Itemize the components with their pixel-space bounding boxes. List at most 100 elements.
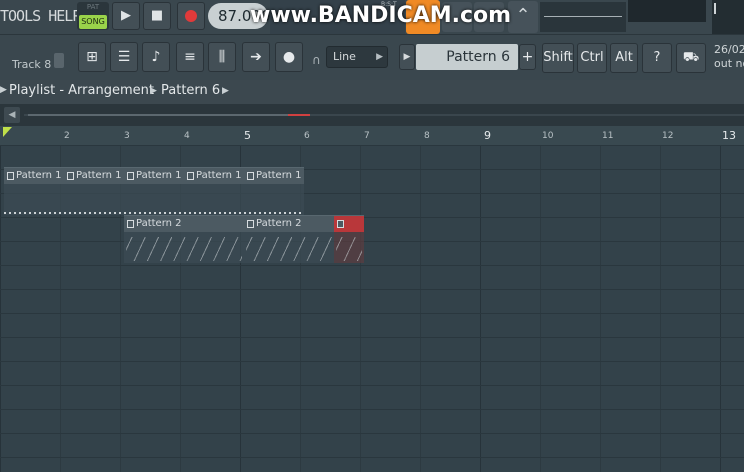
bar-number: 9 — [484, 129, 491, 142]
help-button[interactable]: ? — [642, 43, 672, 73]
playlist-grid[interactable]: Pattern 1 Pattern 1 Pattern 1 Pattern 1 … — [0, 145, 744, 472]
pattern-icon — [247, 220, 254, 228]
shift-button[interactable]: Shift — [542, 43, 574, 73]
playlist-button[interactable]: ⊞ — [78, 42, 106, 72]
second-toolbar: Track 8 ⊞ ☰ ♪ ≡ ⫼ ➔ ● ∩ Line ▶ ▶ Pattern … — [0, 34, 744, 80]
help-icon: ? — [653, 50, 661, 65]
headphones-icon: ∩ — [312, 53, 321, 67]
piano-roll-icon: ♪ — [151, 49, 161, 65]
cart-icon: ⛟ — [682, 50, 700, 65]
cpu-meter-icon[interactable]: ⌃ — [508, 1, 538, 33]
main-menu: TOOLS HELP — [0, 7, 81, 25]
menu-help[interactable]: HELP — [48, 7, 81, 25]
clip-header[interactable]: Pattern 1 — [4, 168, 64, 184]
record-button[interactable] — [177, 2, 205, 30]
chevron-right-icon[interactable]: ▶ — [222, 86, 229, 96]
record-icon — [185, 10, 197, 22]
plugin-button[interactable]: ⫼ — [208, 42, 236, 72]
clip-header[interactable]: Pattern 1 — [184, 168, 244, 184]
mixer-button[interactable]: ≡ — [176, 42, 204, 72]
pat-label[interactable]: PAT — [77, 3, 109, 11]
breadcrumb-title: Playlist - Arrangement — [9, 83, 154, 98]
channel-rack-button[interactable]: ☰ — [110, 42, 138, 72]
clip-notes — [126, 237, 242, 261]
pattern-clip[interactable]: Pattern 1 — [244, 167, 304, 215]
clip-header[interactable]: Pattern 1 — [64, 168, 124, 184]
timeline-ruler[interactable]: 2 3 4 5 6 7 8 9 10 11 12 13 — [0, 126, 744, 145]
bar-number: 2 — [64, 131, 70, 141]
bar-number: 7 — [364, 131, 370, 141]
clip-header[interactable] — [334, 216, 364, 232]
bar-number: 13 — [722, 129, 736, 142]
pattern-clip[interactable]: Pattern 1 — [4, 167, 64, 215]
snap-mode-value: Line — [333, 50, 356, 63]
pattern-icon — [337, 220, 344, 228]
pattern-icon — [67, 172, 74, 180]
watermark-text: www.BANDICAM.com — [250, 3, 512, 28]
clip-header[interactable]: Pattern 1 — [124, 168, 184, 184]
ctrl-button[interactable]: Ctrl — [577, 43, 607, 73]
pattern-icon — [127, 172, 134, 180]
pattern-icon — [7, 172, 14, 180]
clip-label: Pattern 2 — [136, 218, 182, 229]
shop-button[interactable]: ⛟ — [676, 43, 706, 73]
dropdown-arrow-icon: ▶ — [376, 52, 383, 62]
bar-number: 5 — [244, 129, 251, 142]
pattern-clip-selected[interactable] — [334, 215, 364, 263]
horizontal-scrollbar[interactable]: ◀ — [0, 104, 744, 126]
play-icon: ▶ — [121, 8, 131, 23]
clip-label: Pattern 1 — [16, 170, 62, 181]
clip-notes — [124, 212, 184, 214]
mixer-icon: ≡ — [184, 49, 196, 65]
scroll-left-icon[interactable]: ◀ — [4, 107, 20, 123]
clip-header[interactable]: Pattern 2 — [124, 216, 244, 232]
clip-header[interactable]: Pattern 2 — [244, 216, 334, 232]
breadcrumb-pattern[interactable]: Pattern 6 — [161, 83, 220, 98]
stop-button[interactable]: ■ — [143, 2, 171, 30]
news-text: out no — [714, 57, 744, 70]
channel-rack-icon: ☰ — [117, 49, 131, 65]
clip-notes — [244, 212, 304, 214]
clip-notes — [246, 237, 332, 261]
playlist-titlebar: ▶ Playlist - Arrangement ▶ Pattern 6 ▶ — [0, 80, 744, 104]
pattern-prev-button[interactable]: ▶ — [399, 44, 415, 70]
chevron-right-icon[interactable]: ▶ — [0, 85, 7, 95]
pattern-clip[interactable]: Pattern 2 — [124, 215, 244, 263]
bar-number: 4 — [184, 131, 190, 141]
oscilloscope — [540, 2, 626, 32]
menu-tools[interactable]: TOOLS — [0, 7, 41, 25]
pattern-clip[interactable]: Pattern 1 — [64, 167, 124, 215]
playhead-marker[interactable] — [3, 127, 12, 137]
clip-label: Pattern 2 — [256, 218, 302, 229]
microphone-icon: ● — [282, 49, 296, 65]
clip-header[interactable]: Pattern 1 — [244, 168, 304, 184]
plugin-icon: ⫼ — [218, 49, 226, 65]
scroll-thumb[interactable] — [28, 114, 288, 116]
alt-button[interactable]: Alt — [610, 43, 638, 73]
pattern-clip[interactable]: Pattern 1 — [124, 167, 184, 215]
lock-icon[interactable] — [54, 53, 64, 68]
bar-number: 3 — [124, 131, 130, 141]
hint-panel — [628, 0, 706, 22]
pattern-clip[interactable]: Pattern 2 — [244, 215, 334, 263]
snap-mode-select[interactable]: Line ▶ — [326, 46, 388, 68]
clip-notes — [4, 212, 64, 214]
play-button[interactable]: ▶ — [112, 2, 140, 30]
arrow-button[interactable]: ➔ — [242, 42, 270, 72]
pattern-icon — [187, 172, 194, 180]
track-label: Track 8 — [12, 58, 52, 71]
mic-button[interactable]: ● — [275, 42, 303, 72]
chevron-right-icon[interactable]: ▶ — [150, 86, 157, 96]
scroll-position-marker — [288, 114, 310, 116]
add-pattern-button[interactable]: + — [519, 44, 536, 70]
pattern-icon — [127, 220, 134, 228]
playlist-icon: ⊞ — [86, 49, 98, 65]
stop-icon: ■ — [150, 8, 164, 23]
clip-label: Pattern 1 — [136, 170, 182, 181]
pattern-clip[interactable]: Pattern 1 — [184, 167, 244, 215]
pattern-selector[interactable]: Pattern 6 — [416, 44, 518, 70]
piano-roll-button[interactable]: ♪ — [142, 42, 170, 72]
song-mode-button[interactable]: SONG — [79, 15, 107, 29]
clip-label: Pattern 1 — [256, 170, 302, 181]
pat-song-switch[interactable]: PAT SONG — [77, 2, 109, 30]
